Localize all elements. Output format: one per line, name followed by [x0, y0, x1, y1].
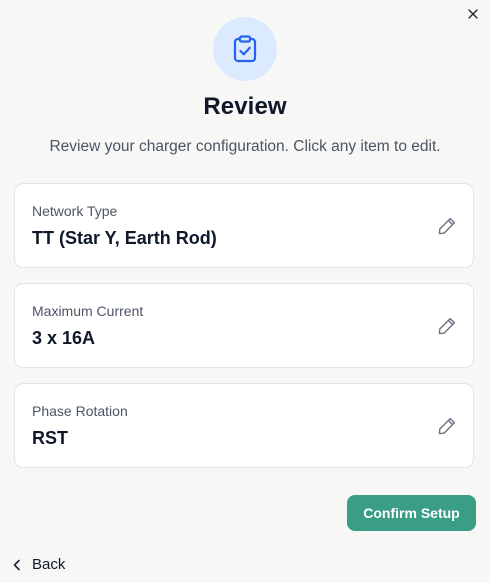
- close-button[interactable]: [464, 5, 482, 23]
- item-label: Maximum Current: [32, 303, 144, 319]
- pencil-icon[interactable]: [437, 416, 457, 436]
- item-value: RST: [32, 428, 68, 448]
- clipboard-check-icon: [233, 35, 257, 63]
- review-item-maximum-current[interactable]: Maximum Current 3 x 16A: [14, 283, 474, 368]
- pencil-icon[interactable]: [437, 216, 457, 236]
- item-label: Phase Rotation: [32, 403, 128, 419]
- back-label: Back: [32, 556, 66, 573]
- close-icon: [468, 9, 478, 19]
- review-item-network-type[interactable]: Network Type TT (Star Y, Earth Rod): [14, 183, 474, 268]
- item-label: Network Type: [32, 203, 118, 219]
- page-subtitle: Review your charger configuration. Click…: [49, 138, 441, 155]
- confirm-setup-button[interactable]: Confirm Setup: [347, 495, 476, 531]
- review-item-phase-rotation[interactable]: Phase Rotation RST: [14, 383, 474, 468]
- chevron-left-icon: [13, 559, 20, 570]
- item-value: 3 x 16A: [32, 328, 96, 348]
- page-title: Review: [203, 93, 287, 120]
- hero-badge: [213, 17, 277, 81]
- item-value: TT (Star Y, Earth Rod): [32, 228, 217, 248]
- pencil-icon[interactable]: [437, 316, 457, 336]
- back-button[interactable]: Back: [12, 556, 65, 573]
